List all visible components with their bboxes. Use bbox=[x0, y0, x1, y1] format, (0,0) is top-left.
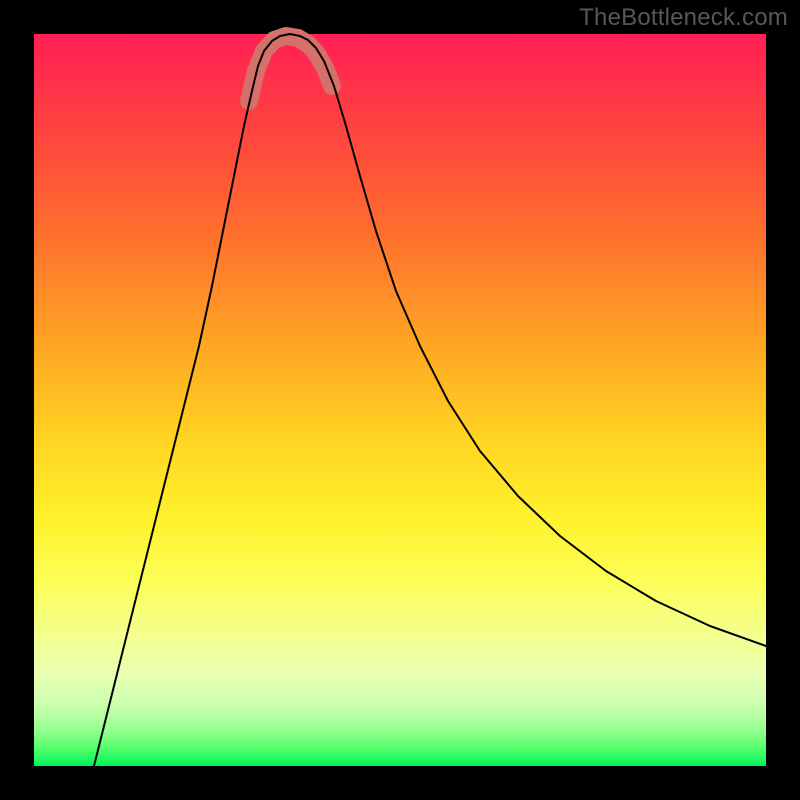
watermark-text: TheBottleneck.com bbox=[579, 4, 788, 32]
chart-plot-area bbox=[34, 34, 766, 766]
chart-svg bbox=[34, 34, 766, 766]
chart-frame: TheBottleneck.com bbox=[0, 0, 800, 800]
highlight-band-path bbox=[249, 36, 332, 101]
bottleneck-curve-path bbox=[94, 34, 766, 766]
